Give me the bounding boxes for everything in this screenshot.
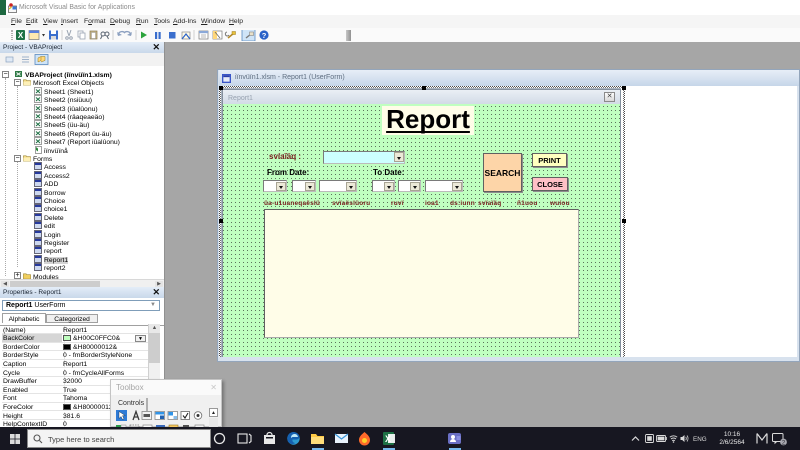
svg-text:X: X	[18, 31, 24, 40]
svg-text:?: ?	[262, 31, 267, 40]
svg-text:X: X	[385, 434, 391, 444]
